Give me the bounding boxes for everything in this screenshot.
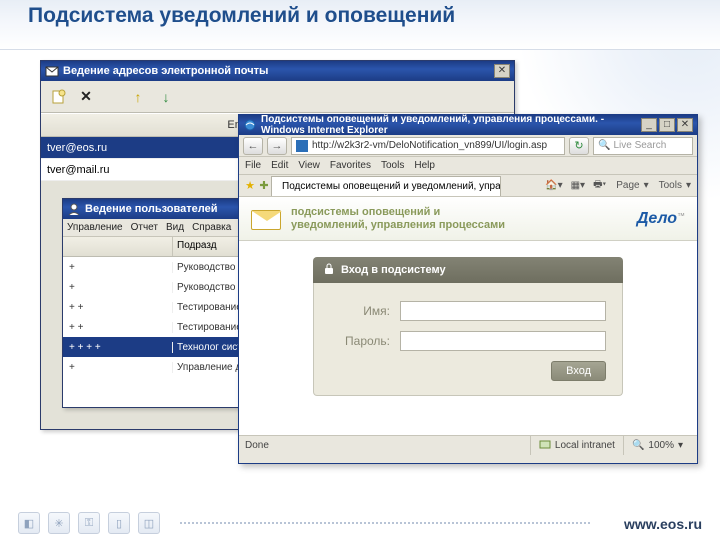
cell: +	[63, 362, 173, 373]
email-window-toolbar: ✕ ↑ ↓	[41, 81, 514, 113]
menu-item[interactable]: Favorites	[330, 160, 371, 171]
app-header-text: подсистемы оповещений и уведомлений, упр…	[291, 206, 505, 231]
arrow-up-icon[interactable]: ↑	[129, 88, 147, 106]
brand-name: Дело	[637, 210, 677, 227]
footer-site: www.eos.ru	[624, 516, 702, 532]
tab-label: Подсистемы оповещений и уведомлений, упр…	[282, 181, 501, 192]
app-icon	[67, 202, 81, 216]
new-icon[interactable]	[49, 88, 67, 106]
ie-menubar: File Edit View Favorites Tools Help	[239, 157, 697, 175]
menu-item[interactable]: Отчет	[131, 222, 158, 233]
name-input[interactable]	[400, 301, 606, 321]
login-button[interactable]: Вход	[551, 361, 606, 381]
login-panel-header: Вход в подсистему	[313, 257, 623, 283]
menu-item[interactable]: View	[298, 160, 320, 171]
cell: +	[63, 262, 173, 273]
cell: + +	[63, 302, 173, 313]
tm-symbol: ™	[677, 211, 685, 220]
forward-button[interactable]: →	[267, 137, 287, 155]
menu-item[interactable]: Edit	[271, 160, 288, 171]
search-icon: 🔍	[598, 140, 610, 151]
email-window-title: Ведение адресов электронной почты	[63, 65, 492, 77]
app-icon	[45, 64, 59, 78]
footer-icon: ⚿	[78, 512, 100, 534]
add-favorite-icon[interactable]: ✚	[257, 179, 271, 193]
status-zone: Local intranet	[530, 436, 623, 455]
menu-item[interactable]: Управление	[67, 222, 123, 233]
cell: +	[63, 282, 173, 293]
url-field[interactable]: http://w2k3r2-vm/DeloNotification_vn899/…	[291, 137, 565, 155]
menu-item[interactable]: File	[245, 160, 261, 171]
status-zoom[interactable]: 🔍 100% ▾	[623, 436, 691, 455]
slide-title-banner: Подсистема уведомлений и оповещений	[0, 0, 720, 50]
login-panel: Вход в подсистему Имя: Пароль: Вход	[313, 257, 623, 396]
refresh-button[interactable]: ↻	[569, 137, 589, 155]
mail-icon	[251, 208, 281, 230]
footer-icon: ◫	[138, 512, 160, 534]
ie-addressbar: ← → http://w2k3r2-vm/DeloNotification_vn…	[239, 135, 697, 157]
close-button[interactable]: ✕	[494, 64, 510, 78]
email-window-titlebar[interactable]: Ведение адресов электронной почты ✕	[41, 61, 514, 81]
footer-divider	[180, 522, 590, 524]
tools-menu[interactable]: Tools▾	[655, 177, 693, 194]
cell: + + + +	[63, 342, 173, 353]
ie-window: Подсистемы оповещений и уведомлений, упр…	[238, 114, 698, 464]
minimize-button[interactable]: _	[641, 118, 657, 132]
ie-toolbar-right: 🏠▾ ▦▾ 🖶▾ Page▾ Tools▾	[543, 177, 693, 194]
ie-titlebar[interactable]: Подсистемы оповещений и уведомлений, упр…	[239, 115, 697, 135]
app-header: подсистемы оповещений и уведомлений, упр…	[239, 197, 697, 241]
arrow-down-icon[interactable]: ↓	[157, 88, 175, 106]
zoom-icon: 🔍	[632, 440, 644, 451]
intranet-icon	[539, 438, 551, 453]
footer-icons: ◧ ✳ ⚿ ▯ ◫	[18, 512, 160, 534]
close-button[interactable]: ✕	[677, 118, 693, 132]
col-header[interactable]	[63, 237, 173, 256]
site-favicon	[296, 140, 308, 152]
name-label: Имя:	[330, 304, 400, 318]
delete-icon[interactable]: ✕	[77, 88, 95, 106]
menu-item[interactable]: Справка	[192, 222, 231, 233]
back-button[interactable]: ←	[243, 137, 263, 155]
feeds-icon[interactable]: ▦▾	[569, 177, 587, 194]
ie-tabbar: ★ ✚ Подсистемы оповещений и уведомлений,…	[239, 175, 697, 197]
menu-item[interactable]: Help	[414, 160, 435, 171]
lock-icon	[323, 263, 335, 278]
ie-statusbar: Done Local intranet 🔍 100% ▾	[239, 435, 697, 455]
ie-page-content: подсистемы оповещений и уведомлений, упр…	[239, 197, 697, 435]
menu-item[interactable]: Tools	[381, 160, 404, 171]
brand-logo: Дело™	[637, 210, 685, 228]
login-title: Вход в подсистему	[341, 264, 446, 276]
search-field[interactable]: 🔍 Live Search	[593, 137, 693, 155]
footer-icon: ◧	[18, 512, 40, 534]
status-done: Done	[245, 440, 530, 451]
slide-title: Подсистема уведомлений и оповещений	[28, 4, 692, 27]
url-text: http://w2k3r2-vm/DeloNotification_vn899/…	[312, 140, 547, 151]
page-menu[interactable]: Page▾	[612, 177, 650, 194]
print-icon[interactable]: 🖶▾	[591, 177, 608, 194]
menu-item[interactable]: Вид	[166, 222, 184, 233]
footer-icon: ✳	[48, 512, 70, 534]
ie-title: Подсистемы оповещений и уведомлений, упр…	[261, 114, 639, 136]
password-input[interactable]	[400, 331, 606, 351]
maximize-button[interactable]: □	[659, 118, 675, 132]
password-label: Пароль:	[330, 334, 400, 348]
home-icon[interactable]: 🏠▾	[543, 177, 564, 194]
ie-icon	[243, 118, 257, 132]
cell: + +	[63, 322, 173, 333]
search-placeholder: Live Search	[613, 140, 666, 151]
footer-icon: ▯	[108, 512, 130, 534]
favorites-icon[interactable]: ★	[243, 179, 257, 193]
browser-tab[interactable]: Подсистемы оповещений и уведомлений, упр…	[271, 176, 501, 196]
